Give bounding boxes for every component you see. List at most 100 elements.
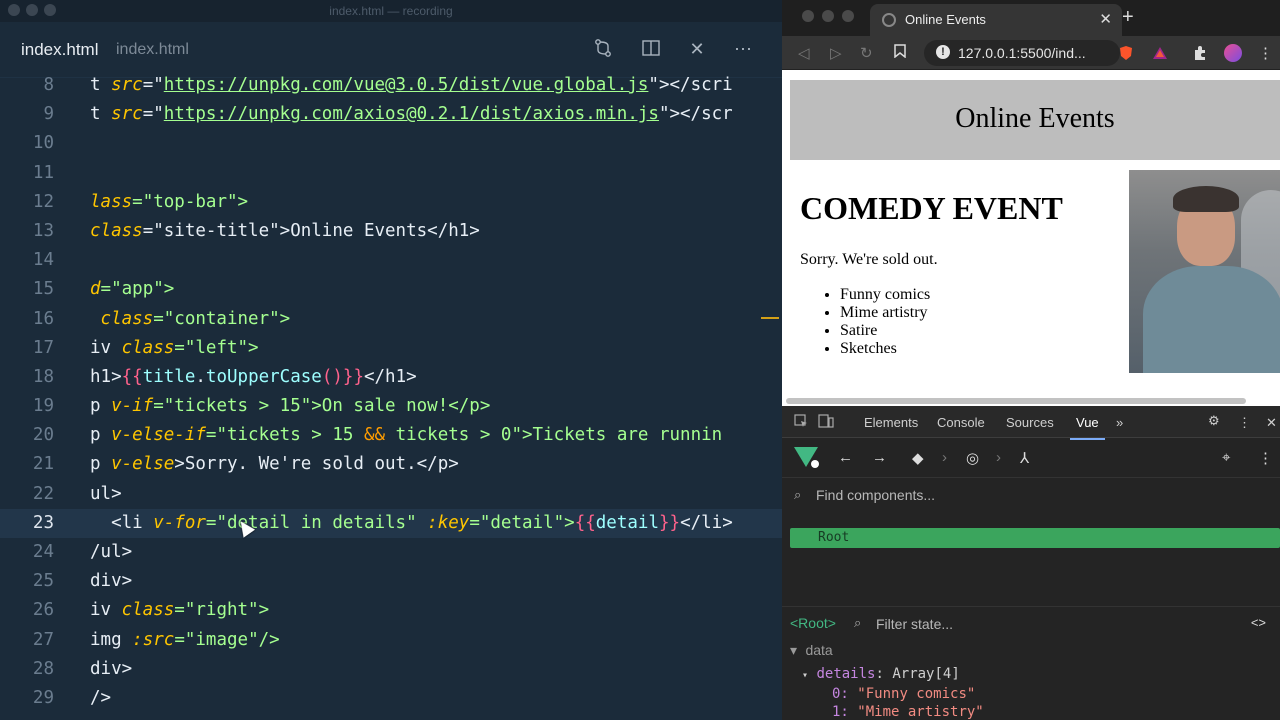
devtools-panel: Elements Console Sources Vue » ⚙ ⋮ ✕ ← →…: [782, 406, 1280, 720]
code-line[interactable]: 12 lass="top-bar">: [0, 188, 782, 217]
code-line[interactable]: 10: [0, 129, 782, 158]
editor-tab-filename[interactable]: index.html: [21, 40, 98, 60]
browser-close-button[interactable]: [802, 10, 814, 22]
source-control-icon[interactable]: [592, 38, 614, 60]
back-icon[interactable]: ◁: [798, 44, 810, 62]
root-label: Root: [818, 530, 850, 545]
arrow-left-icon[interactable]: ←: [838, 449, 853, 466]
close-tab-icon[interactable]: ✕: [1099, 10, 1112, 28]
web-page: Online Events COMEDY EVENT Sorry. We're …: [782, 70, 1280, 406]
code-line[interactable]: 9 t src="https://unpkg.com/axios@0.2.1/di…: [0, 100, 782, 129]
ticket-status: Sorry. We're sold out.: [800, 251, 938, 268]
find-components[interactable]: ⌕ Find components...: [782, 478, 1280, 512]
chevron-down-icon[interactable]: ▾: [802, 670, 808, 681]
code-line[interactable]: 26 iv class="right">: [0, 596, 782, 625]
more-actions-icon[interactable]: ⋯: [732, 38, 754, 60]
code-line[interactable]: 29 />: [0, 684, 782, 713]
browser-zoom-button[interactable]: [842, 10, 854, 22]
code-text: img :src="image"/>: [90, 629, 280, 650]
tab-elements[interactable]: Elements: [864, 415, 918, 430]
code-text: t src="https://unpkg.com/axios@0.2.1/dis…: [90, 104, 733, 125]
chevron-down-icon[interactable]: ▾: [790, 642, 797, 658]
bookmark-icon[interactable]: [894, 44, 906, 62]
details-list: Funny comics Mime artistry Satire Sketch…: [840, 286, 930, 358]
more-tabs-icon[interactable]: »: [1116, 415, 1123, 430]
target-icon[interactable]: ⌖: [1222, 449, 1230, 466]
menu-icon[interactable]: ⋮: [1258, 44, 1273, 62]
gear-icon[interactable]: ⚙: [1208, 413, 1220, 429]
code-line[interactable]: 27 img :src="image"/>: [0, 626, 782, 655]
close-devtools-icon[interactable]: ✕: [1266, 415, 1277, 431]
brave-shield-icon[interactable]: [1118, 45, 1134, 61]
array-value: "Mime artistry": [857, 704, 984, 720]
filter-state-input[interactable]: Filter state...: [876, 616, 953, 632]
address-bar[interactable]: ! 127.0.0.1:5500/ind...: [924, 40, 1120, 66]
array-index: 1:: [832, 704, 849, 720]
devtools-menu-icon[interactable]: ⋮: [1238, 415, 1251, 431]
url-text[interactable]: 127.0.0.1:5500/ind...: [958, 45, 1086, 61]
code-line[interactable]: 18 h1>{{title.toUpperCase()}}</h1>: [0, 363, 782, 392]
arrow-right-icon[interactable]: →: [872, 449, 887, 466]
profile-avatar[interactable]: [1224, 44, 1242, 62]
component-tree-icon[interactable]: ⅄: [1020, 449, 1029, 467]
tab-console[interactable]: Console: [937, 415, 985, 430]
forward-icon[interactable]: ▷: [830, 44, 842, 62]
code-text: <li v-for="detail in details" :key="deta…: [90, 512, 733, 533]
code-line[interactable]: 14: [0, 246, 782, 275]
top-bar: Online Events: [790, 80, 1280, 160]
code-line[interactable]: 8 t src="https://unpkg.com/vue@3.0.5/dist…: [0, 71, 782, 100]
split-editor-icon[interactable]: [640, 38, 662, 60]
list-item: Mime artistry: [840, 304, 930, 322]
browser-tab[interactable]: Online Events ✕: [870, 4, 1122, 36]
extensions-icon[interactable]: [1192, 45, 1208, 61]
code-line[interactable]: 20 p v-else-if="tickets > 15 && tickets >…: [0, 421, 782, 450]
code-text: t src="https://unpkg.com/vue@3.0.5/dist/…: [90, 75, 733, 95]
new-tab-icon[interactable]: +: [1122, 6, 1134, 29]
data-section[interactable]: ▾ data: [790, 642, 833, 659]
browser-window: Online Events ✕ + ◁ ▷ ↻ ! 127.0.0.1:5500…: [782, 0, 1280, 720]
brave-rewards-icon[interactable]: [1152, 45, 1168, 61]
device-toolbar-icon[interactable]: [818, 414, 834, 431]
chevron-right-icon: ›: [996, 449, 1001, 466]
component-root-row[interactable]: Root: [790, 528, 1280, 548]
code-line[interactable]: 28 div>: [0, 655, 782, 684]
find-components-input[interactable]: Find components...: [816, 487, 935, 503]
code-line[interactable]: 15 d="app">: [0, 275, 782, 304]
horizontal-scrollbar[interactable]: [786, 398, 1246, 404]
tab-title: Online Events: [905, 12, 986, 27]
tab-sources[interactable]: Sources: [1006, 415, 1054, 430]
status-dot: [811, 460, 819, 468]
code-text: iv class="left">: [90, 337, 259, 358]
event-image: [1129, 170, 1280, 373]
array-item-row[interactable]: 0: "Funny comics": [832, 686, 975, 702]
code-line[interactable]: 24/ul>: [0, 538, 782, 567]
code-area[interactable]: 8 t src="https://unpkg.com/vue@3.0.5/dist…: [0, 71, 782, 713]
code-line[interactable]: 21 p v-else>Sorry. We're sold out.</p>: [0, 450, 782, 479]
code-line[interactable]: 17 iv class="left">: [0, 334, 782, 363]
close-icon[interactable]: ✕: [686, 38, 708, 60]
info-icon[interactable]: !: [936, 45, 950, 59]
axios-cdn-link[interactable]: https://unpkg.com/axios@0.2.1/dist/axios…: [164, 104, 659, 124]
line-number: 17: [32, 337, 54, 358]
details-row[interactable]: ▾ details: Array[4]: [802, 666, 960, 682]
vue-cdn-link[interactable]: https://unpkg.com/vue@3.0.5/dist/vue.glo…: [164, 75, 649, 95]
globe-icon: [882, 13, 896, 27]
browser-minimize-button[interactable]: [822, 10, 834, 22]
layers-icon[interactable]: ◆: [912, 449, 924, 467]
code-line[interactable]: 16 class="container">: [0, 305, 782, 334]
tab-vue[interactable]: Vue: [1070, 415, 1105, 440]
code-line-active[interactable]: 23 <li v-for="detail in details" :key="d…: [0, 508, 782, 538]
reload-icon[interactable]: ↻: [860, 44, 873, 62]
details-type: Array[4]: [892, 666, 960, 682]
code-icon[interactable]: <>: [1251, 615, 1266, 630]
code-line[interactable]: 13 class="site-title">Online Events</h1>: [0, 217, 782, 246]
code-line[interactable]: 22 ul>: [0, 480, 782, 509]
code-line[interactable]: 25 div>: [0, 567, 782, 596]
vue-menu-icon[interactable]: ⋮: [1258, 449, 1273, 467]
array-item-row[interactable]: 1: "Mime artistry": [832, 704, 984, 720]
line-number: 23: [32, 512, 54, 533]
inspect-element-icon[interactable]: [794, 414, 808, 431]
compass-icon[interactable]: ◎: [966, 449, 979, 467]
code-line[interactable]: 19 p v-if="tickets > 15">On sale now!</p>: [0, 392, 782, 421]
code-line[interactable]: 11: [0, 159, 782, 188]
